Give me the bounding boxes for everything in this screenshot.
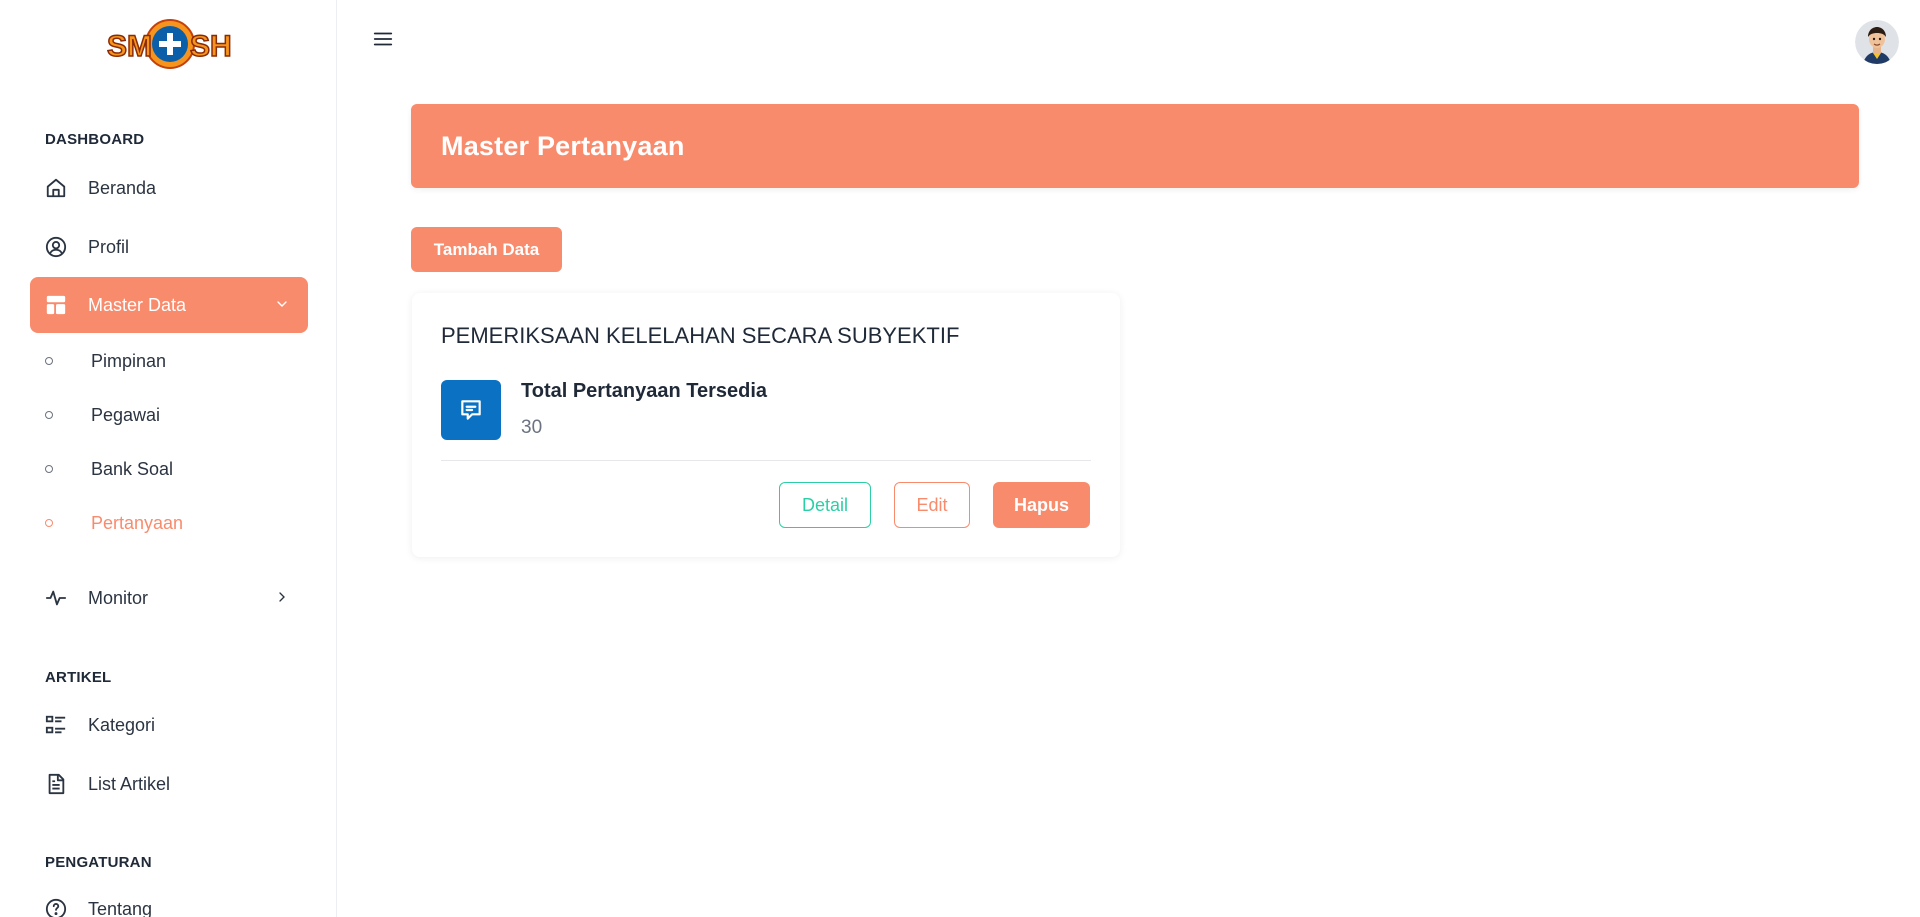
sidebar-item-label: List Artikel xyxy=(88,773,171,794)
sidebar-item-kategori[interactable]: Kategori xyxy=(30,697,308,753)
submenu-item-pegawai[interactable]: Pegawai xyxy=(45,401,160,429)
list-icon xyxy=(44,713,68,737)
chevron-down-icon xyxy=(274,296,290,312)
add-data-button[interactable]: Tambah Data xyxy=(411,227,562,272)
sidebar-item-list-artikel[interactable]: List Artikel xyxy=(30,756,308,812)
sidebar-item-master-data[interactable]: Master Data xyxy=(30,277,308,333)
submenu-label: Pertanyaan xyxy=(91,512,184,533)
home-icon xyxy=(44,176,68,200)
user-avatar[interactable] xyxy=(1855,20,1899,64)
submenu-item-bank-soal[interactable]: Bank Soal xyxy=(45,455,173,483)
sidebar-item-label: Master Data xyxy=(88,294,187,315)
sidebar: SM SH DASHBOARD Beranda Profil Master Da… xyxy=(0,0,337,917)
bullet-icon xyxy=(45,357,53,365)
sidebar-item-monitor[interactable]: Monitor xyxy=(30,570,308,626)
submenu-label: Pimpinan xyxy=(91,350,167,371)
bullet-icon xyxy=(45,411,53,419)
page-title: Master Pertanyaan xyxy=(441,130,685,161)
svg-text:SH: SH xyxy=(190,30,232,63)
section-dashboard: DASHBOARD xyxy=(45,131,145,148)
card-title: PEMERIKSAAN KELELAHAN SECARA SUBYEKTIF xyxy=(441,323,960,348)
divider xyxy=(441,460,1091,461)
bullet-icon xyxy=(45,465,53,473)
layout-grid-icon xyxy=(44,293,68,317)
stat-label: Total Pertanyaan Tersedia xyxy=(521,380,768,402)
sidebar-item-beranda[interactable]: Beranda xyxy=(30,160,308,216)
section-pengaturan: PENGATURAN xyxy=(45,854,152,871)
message-icon xyxy=(441,380,501,440)
smash-logo[interactable]: SM SH xyxy=(104,16,234,72)
file-text-icon xyxy=(44,772,68,796)
sidebar-item-label: Profil xyxy=(88,236,130,257)
sidebar-item-profil[interactable]: Profil xyxy=(30,219,308,275)
help-circle-icon xyxy=(44,897,68,917)
edit-button[interactable]: Edit xyxy=(894,482,970,528)
delete-button[interactable]: Hapus xyxy=(993,482,1090,528)
user-circle-icon xyxy=(44,235,68,259)
submenu-label: Pegawai xyxy=(91,404,161,425)
submenu-item-pimpinan[interactable]: Pimpinan xyxy=(45,347,166,375)
activity-icon xyxy=(44,586,68,610)
bullet-icon xyxy=(45,519,53,527)
svg-text:SM: SM xyxy=(107,30,152,63)
sidebar-item-label: Monitor xyxy=(88,587,149,608)
stat-value: 30 xyxy=(521,417,543,438)
detail-button[interactable]: Detail xyxy=(779,482,871,528)
submenu-item-pertanyaan[interactable]: Pertanyaan xyxy=(45,509,183,537)
sidebar-item-label: Kategori xyxy=(88,714,156,735)
page-header-banner: Master Pertanyaan xyxy=(411,104,1859,188)
sidebar-item-tentang[interactable]: Tentang xyxy=(30,881,308,917)
chevron-right-icon xyxy=(274,589,290,605)
submenu-label: Bank Soal xyxy=(91,458,174,479)
sidebar-item-label: Beranda xyxy=(88,177,157,198)
section-artikel: ARTIKEL xyxy=(45,669,112,686)
question-card: PEMERIKSAAN KELELAHAN SECARA SUBYEKTIF T… xyxy=(412,293,1120,557)
hamburger-icon[interactable] xyxy=(372,28,394,50)
sidebar-item-label: Tentang xyxy=(88,898,153,917)
